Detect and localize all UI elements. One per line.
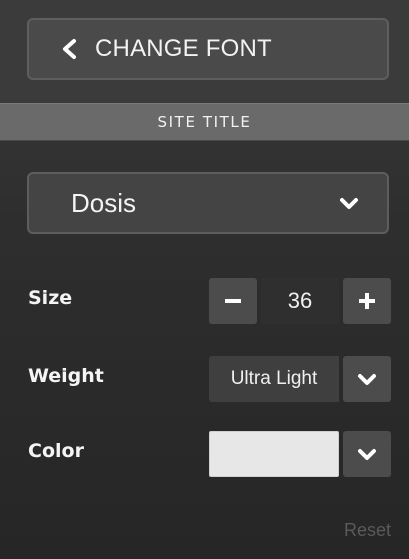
reset-link[interactable]: Reset [344,520,391,541]
size-label: Size [28,287,73,309]
chevron-down-icon [358,449,376,460]
font-settings-panel: CHANGE FONT SITE TITLE Dosis Size 36 Wei… [0,0,409,559]
weight-dropdown-button[interactable] [343,356,391,402]
weight-value[interactable]: Ultra Light [209,356,339,402]
font-family-select[interactable]: Dosis [27,172,389,234]
chevron-down-icon [358,374,376,385]
size-increase-button[interactable] [343,278,391,324]
plus-icon [359,293,375,309]
weight-label: Weight [28,365,104,387]
size-stepper: 36 [209,278,391,324]
section-title: SITE TITLE [157,113,252,131]
size-value[interactable]: 36 [261,278,339,324]
color-dropdown-button[interactable] [343,431,391,477]
chevron-left-icon [59,38,81,60]
section-title-bar: SITE TITLE [0,103,409,141]
weight-select[interactable]: Ultra Light [209,356,391,402]
size-decrease-button[interactable] [209,278,257,324]
color-label: Color [28,440,84,462]
font-family-value: Dosis [71,187,137,218]
minus-icon [225,299,241,303]
chevron-down-icon [339,193,359,213]
color-picker [209,431,391,477]
change-font-label: CHANGE FONT [95,35,272,62]
color-swatch[interactable] [209,431,339,477]
change-font-button[interactable]: CHANGE FONT [27,18,389,80]
